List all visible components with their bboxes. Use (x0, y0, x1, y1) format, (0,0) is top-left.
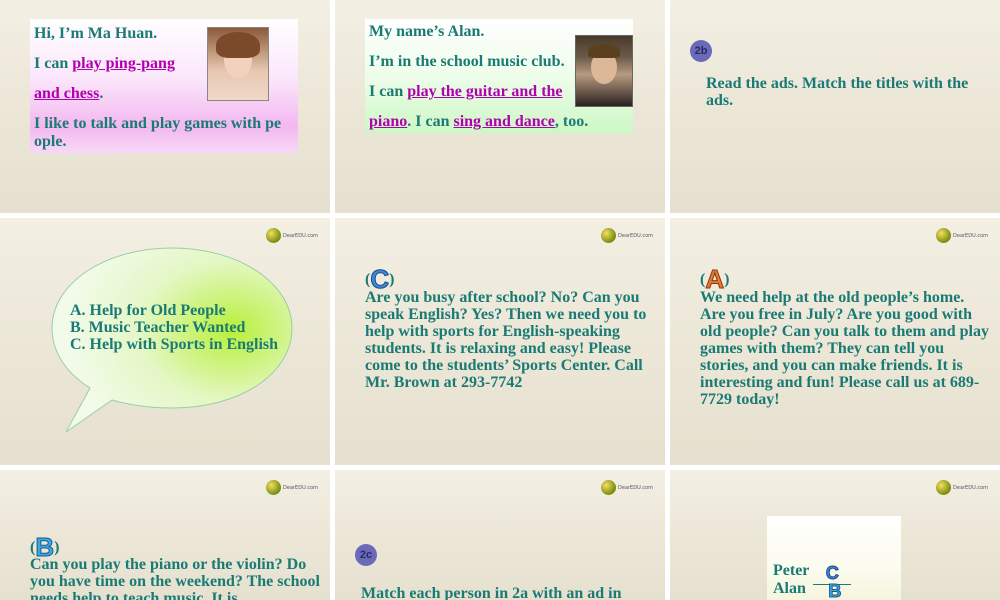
ad-titles-list: A. Help for Old People B. Music Teacher … (70, 302, 278, 353)
hobby-link-chess[interactable]: and chess (34, 85, 99, 102)
slide-9-thumbnail[interactable]: DearEDU.com Peter C Alan B (670, 470, 1000, 600)
intro-line-3: and chess. (34, 79, 103, 109)
slide-7-thumbnail[interactable]: DearEDU.com (B) Can you play the piano o… (0, 470, 330, 600)
intro-box-ma-huan: Hi, I’m Ma Huan. I can play ping-pang an… (30, 19, 298, 153)
title-b: B. Music Teacher Wanted (70, 319, 246, 336)
section-badge-2b: 2b (690, 40, 712, 62)
slide-6-thumbnail[interactable]: DearEDU.com (A) We need help at the old … (670, 218, 1000, 465)
hair-shape (588, 44, 620, 58)
logo-text: DearEDU.com (953, 232, 988, 239)
alan-text: . I can (407, 113, 454, 130)
hair-shape (216, 32, 260, 58)
hobby-link-piano[interactable]: piano (369, 113, 407, 130)
logo-globe-icon (601, 480, 617, 495)
logo-globe-icon (266, 480, 282, 495)
logo-globe-icon (936, 480, 952, 495)
logo-globe-icon (601, 228, 617, 243)
answer-letter-b: B (828, 581, 842, 600)
ad-text-c: Are you busy after school? No? Can you s… (365, 289, 647, 391)
alan-text: , too. (554, 113, 589, 130)
slide-4-thumbnail[interactable]: DearEDU.com A. Help for Old People B. Mu… (0, 218, 330, 465)
paren-close: ) (724, 271, 730, 288)
instruction-text: Read the ads. Match the titles with the … (706, 75, 969, 109)
dearedu-logo: DearEDU.com (936, 228, 988, 243)
paren-close: ) (54, 539, 60, 556)
logo-text: DearEDU.com (283, 484, 318, 491)
person-name: Peter (773, 562, 810, 579)
intro-line-5: ople. (34, 133, 67, 150)
answer-row-alan: Alan B (773, 580, 854, 600)
slide-3-thumbnail[interactable]: 2b Read the ads. Match the titles with t… (670, 0, 1000, 213)
slide-1-thumbnail[interactable]: Hi, I’m Ma Huan. I can play ping-pang an… (0, 0, 330, 213)
dearedu-logo: DearEDU.com (266, 480, 318, 495)
hobby-link-ping-pong[interactable]: play ping-pang (72, 55, 175, 72)
answer-blank: B (816, 580, 854, 600)
alan-line-1: My name’s Alan. (369, 23, 485, 40)
slide-5-thumbnail[interactable]: DearEDU.com (C) Are you busy after schoo… (335, 218, 665, 465)
intro-text: I can (34, 55, 73, 72)
logo-text: DearEDU.com (618, 232, 653, 239)
alan-text: I can (369, 83, 408, 100)
ma-huan-photo (207, 27, 269, 101)
ad-text-b: Can you play the piano or the violin? Do… (30, 556, 320, 600)
dearedu-logo: DearEDU.com (936, 480, 988, 495)
intro-line-4: I like to talk and play games with pe (34, 115, 282, 132)
intro-text: . (99, 85, 104, 102)
logo-text: DearEDU.com (618, 484, 653, 491)
alan-photo (575, 35, 633, 107)
paren-close: ) (389, 271, 395, 288)
ad-text-a: We need help at the old people’s home. A… (700, 289, 989, 408)
alan-line-3: I can play the guitar and the (369, 77, 563, 107)
answer-card: Peter C Alan B (767, 516, 901, 600)
slide-2-thumbnail[interactable]: My name’s Alan. I’m in the school music … (335, 0, 665, 213)
title-c: C. Help with Sports in English (70, 336, 279, 353)
logo-globe-icon (936, 228, 952, 243)
intro-line-2: I can play ping-pang (34, 49, 175, 79)
intro-line-1: Hi, I’m Ma Huan. (34, 25, 158, 42)
title-a: A. Help for Old People (70, 302, 226, 319)
hobby-link-sing-dance[interactable]: sing and dance (453, 113, 554, 130)
dearedu-logo: DearEDU.com (601, 228, 653, 243)
instruction-text: Match each person in 2a with an ad in (361, 585, 622, 600)
section-badge-2c: 2c (355, 544, 377, 566)
hobby-link-guitar-piano[interactable]: play the guitar and the (407, 83, 562, 100)
dearedu-logo: DearEDU.com (601, 480, 653, 495)
person-name: Alan (773, 580, 806, 597)
slide-8-thumbnail[interactable]: DearEDU.com 2c Match each person in 2a w… (335, 470, 665, 600)
alan-line-4: piano. I can sing and dance, too. (369, 107, 588, 137)
alan-line-2: I’m in the school music club. (369, 53, 565, 70)
logo-text: DearEDU.com (953, 484, 988, 491)
